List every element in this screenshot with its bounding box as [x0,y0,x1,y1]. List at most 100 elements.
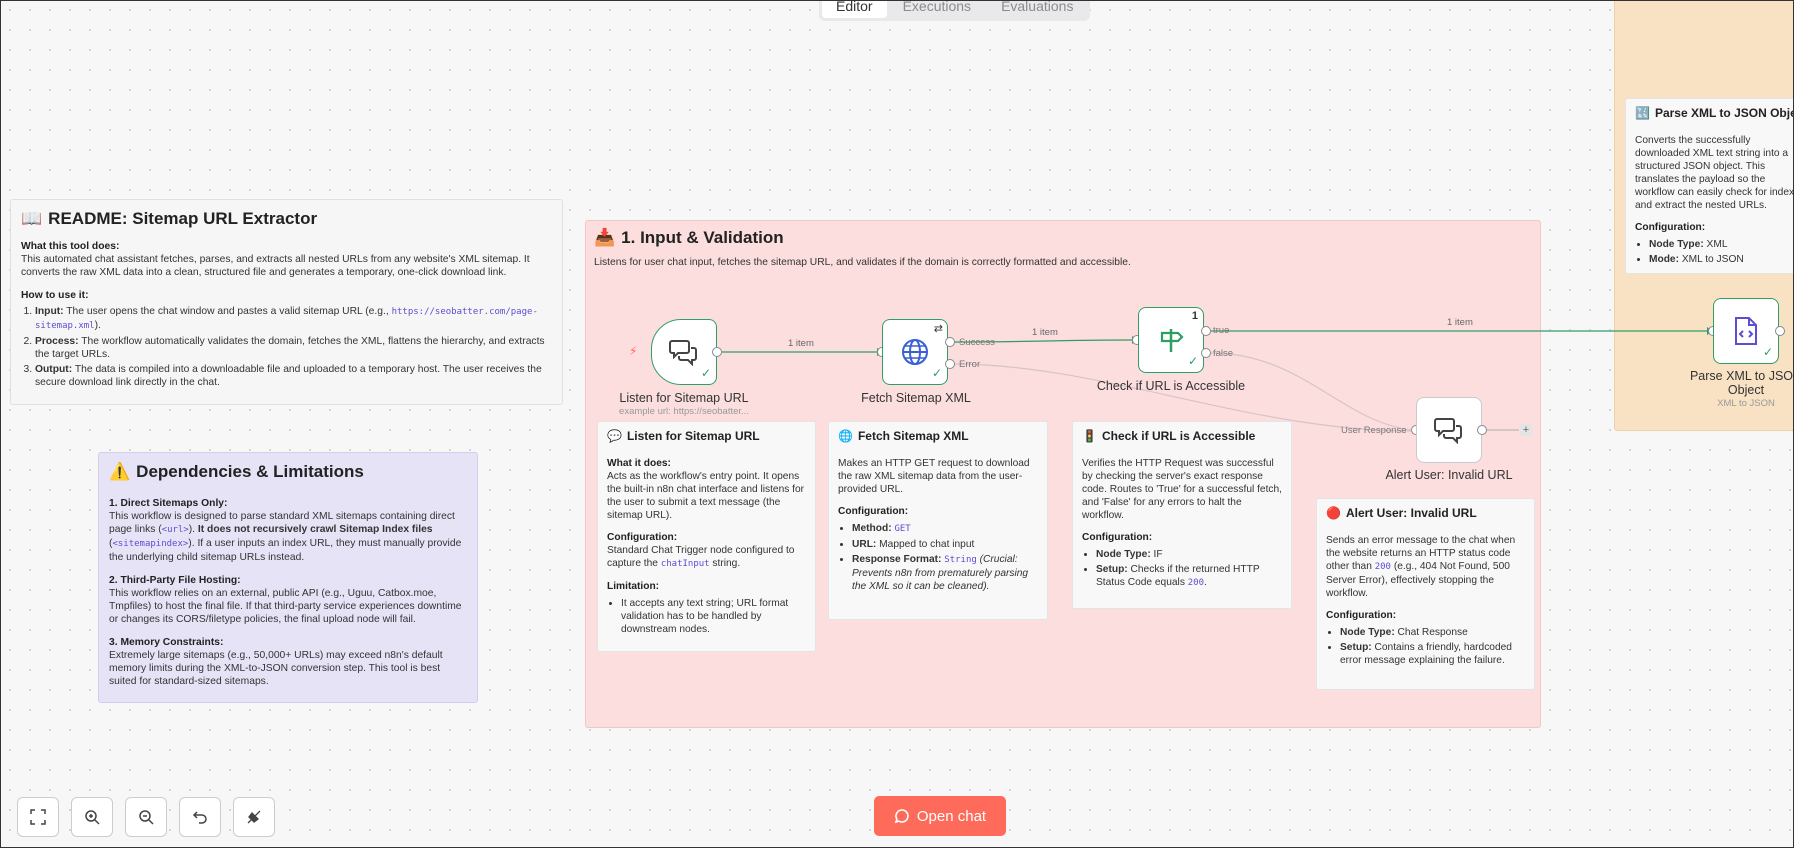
output-port-false[interactable] [1201,348,1211,358]
parse-card-title: 🔣 Parse XML to JSON Object [1635,106,1794,120]
chat-bubbles-icon [1434,418,1462,444]
node-label: Check if URL is Accessible [1096,379,1246,393]
globe-icon: 🌐 [838,429,853,443]
add-node-button[interactable]: + [1520,424,1532,436]
readme-step: Output: The data is compiled into a down… [35,363,552,389]
node-alert-user-invalid-url[interactable] [1416,397,1482,463]
readme-what-text: This automated chat assistant fetches, p… [21,254,530,278]
dependencies-title: ⚠️ Dependencies & Limitations [109,462,364,481]
chat-bubbles-icon [669,340,697,366]
open-chat-button[interactable]: Open chat [874,796,1006,836]
tidy-up-icon [247,810,261,824]
card-text: Acts as the workflow's entry point. It o… [607,471,805,521]
port-label-true: true [1213,325,1230,336]
chat-icon [894,809,909,824]
reset-zoom-button[interactable] [179,797,221,837]
card-heading: Configuration: [838,506,909,517]
node-subtitle: example url: https://seobatter... [619,406,749,417]
tab-executions[interactable]: Executions [889,1,985,18]
traffic-light-icon: 🚦 [1082,429,1097,443]
fit-view-button[interactable] [17,797,59,837]
transfer-arrows-icon: ⇄ [933,323,943,335]
output-port-error[interactable] [945,359,955,369]
card-text: Sends an error message to the chat when … [1326,535,1516,599]
output-port[interactable] [1477,425,1487,435]
workflow-canvas[interactable]: Editor Executions Evaluations 📖 README: S… [0,0,1794,848]
card-heading: Limitation: [607,581,660,592]
alert-info-card[interactable]: 🔴 Alert User: Invalid URL Sends an error … [1316,498,1535,690]
zoom-out-icon [139,810,154,825]
output-port-true[interactable] [1201,326,1211,336]
node-check-if-url-accessible[interactable]: 1 ✓ [1138,307,1204,373]
node-label: Parse XML to JSON Object [1689,369,1794,397]
code-file-icon [1735,317,1757,345]
list-item: Node Type: XML [1649,238,1793,251]
output-port[interactable] [1775,326,1785,336]
card-list: Node Type: Chat Response Setup: Contains… [1326,626,1525,667]
node-listen-for-sitemap-url[interactable]: ✓ [651,319,717,385]
port-label-success: Success [959,337,995,348]
deps-s1-heading: 1. Direct Sitemaps Only: [109,498,228,509]
book-icon: 📖 [21,209,43,228]
zoom-out-button[interactable] [125,797,167,837]
fit-view-icon [30,809,46,825]
list-item: Response Format: String (Crucial: Preven… [852,553,1038,593]
zoom-in-icon [85,810,100,825]
readme-what-heading: What this tool does: [21,241,120,252]
check-card-title: 🚦 Check if URL is Accessible [1082,429,1256,443]
tidy-up-button[interactable] [233,797,275,837]
listen-info-card[interactable]: 💬 Listen for Sitemap URL What it does: Ac… [597,421,816,652]
section-title: 📥 1. Input & Validation [594,228,784,247]
parse-card-config-list: Node Type: XML Mode: XML to JSON [1635,238,1793,266]
alert-card-title: 🔴 Alert User: Invalid URL [1326,506,1477,520]
output-port[interactable] [712,347,722,357]
deps-s2-text: This workflow relies on an external, pub… [109,588,462,625]
tab-editor[interactable]: Editor [822,1,887,18]
edge-label: 1 item [1032,327,1058,338]
dependencies-sticky-note[interactable]: ⚠️ Dependencies & Limitations 1. Direct S… [98,452,478,703]
globe-icon [902,339,928,365]
zoom-in-button[interactable] [71,797,113,837]
readme-sticky-note[interactable]: 📖 README: Sitemap URL Extractor What this… [10,199,563,405]
card-heading: What it does: [607,458,671,469]
symbols-icon: 🔣 [1635,106,1650,120]
card-list: It accepts any text string; URL format v… [607,597,806,636]
check-info-card[interactable]: 🚦 Check if URL is Accessible Verifies the… [1072,421,1292,609]
parse-info-card[interactable]: 🔣 Parse XML to JSON Object Converts the s… [1625,98,1794,274]
card-list: Node Type: IF Setup: Checks if the retur… [1082,548,1282,590]
node-subtitle: XML to JSON [1717,398,1775,409]
list-item: Node Type: IF [1096,548,1282,561]
deps-s3-text: Extremely large sitemaps (e.g., 50,000+ … [109,650,443,687]
inbox-icon: 📥 [594,228,616,247]
readme-step: Process: The workflow automatically vali… [35,335,552,361]
list-item: Mode: XML to JSON [1649,253,1793,266]
parse-card-config-heading: Configuration: [1635,222,1706,233]
port-label-false: false [1213,348,1234,359]
lightning-icon: ⚡ [629,344,638,358]
success-check-icon: ✓ [1762,345,1773,359]
speech-bubble-icon: 💬 [607,429,622,443]
readme-step: Input: The user opens the chat window an… [35,305,552,333]
port-label-error: Error [959,359,981,370]
card-text: Verifies the HTTP Request was successful… [1082,458,1282,521]
readme-steps: Input: The user opens the chat window an… [21,305,552,389]
node-parse-xml-to-json[interactable]: ✓ [1713,298,1779,364]
deps-s3-heading: 3. Memory Constraints: [109,637,224,648]
output-port-success[interactable] [945,337,955,347]
run-count-badge: 1 [1191,310,1198,322]
port-label-user-response: User Response [1341,425,1407,436]
list-item: Setup: Contains a friendly, hardcoded er… [1340,641,1525,667]
readme-how-heading: How to use it: [21,290,89,301]
signpost-icon [1160,329,1184,352]
node-label: Listen for Sitemap URL [619,391,749,405]
view-tabs: Editor Executions Evaluations [819,1,1091,21]
success-check-icon: ✓ [1187,354,1198,368]
edge-label: 1 item [1447,317,1473,328]
deps-s1-text: This workflow is designed to parse stand… [109,511,462,563]
fetch-info-card[interactable]: 🌐 Fetch Sitemap XML Makes an HTTP GET req… [828,421,1048,620]
deps-s2-heading: 2. Third-Party File Hosting: [109,575,241,586]
node-fetch-sitemap-xml[interactable]: ⇄ ✓ [882,319,948,385]
list-item: Node Type: Chat Response [1340,626,1525,639]
list-item: It accepts any text string; URL format v… [621,597,806,636]
tab-evaluations[interactable]: Evaluations [987,1,1087,18]
